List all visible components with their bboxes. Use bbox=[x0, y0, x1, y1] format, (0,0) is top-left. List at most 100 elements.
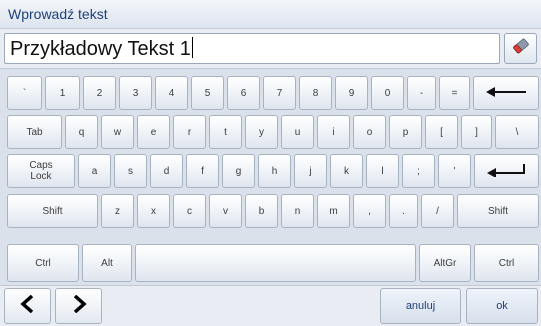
key-p[interactable]: p bbox=[389, 115, 422, 149]
key-label: m bbox=[329, 205, 338, 217]
key-period[interactable]: . bbox=[389, 194, 418, 228]
key-label: 2 bbox=[96, 87, 103, 99]
key-altgr[interactable]: AltGr bbox=[419, 244, 471, 282]
clear-button[interactable] bbox=[504, 33, 537, 64]
key-label: 8 bbox=[312, 87, 319, 99]
key-label: v bbox=[223, 205, 228, 217]
key-label: ' bbox=[453, 165, 456, 177]
ok-button[interactable]: ok bbox=[466, 288, 538, 324]
key-left-bracket[interactable]: [ bbox=[425, 115, 458, 149]
key-e[interactable]: e bbox=[137, 115, 170, 149]
key-3[interactable]: 3 bbox=[119, 76, 152, 110]
key-9[interactable]: 9 bbox=[335, 76, 368, 110]
key-label: Ctrl bbox=[498, 257, 515, 269]
key-g[interactable]: g bbox=[222, 154, 255, 188]
key-x[interactable]: x bbox=[137, 194, 170, 228]
chevron-left-icon bbox=[19, 294, 36, 318]
key-enter[interactable] bbox=[474, 154, 539, 188]
key-minus[interactable]: - bbox=[407, 76, 436, 110]
key-b[interactable]: b bbox=[245, 194, 278, 228]
title-bar: Wprowadź tekst bbox=[0, 0, 541, 29]
key-label: Tab bbox=[26, 126, 43, 138]
key-ctrl-left[interactable]: Ctrl bbox=[7, 244, 79, 282]
key-label: h bbox=[271, 165, 278, 177]
key-alt[interactable]: Alt bbox=[82, 244, 132, 282]
key-slash[interactable]: / bbox=[421, 194, 454, 228]
key-label: ; bbox=[417, 165, 420, 177]
key-y[interactable]: y bbox=[245, 115, 278, 149]
key-label: Caps Lock bbox=[29, 160, 53, 182]
key-5[interactable]: 5 bbox=[191, 76, 224, 110]
key-1[interactable]: 1 bbox=[45, 76, 80, 110]
previous-button[interactable] bbox=[4, 288, 51, 324]
key-0[interactable]: 0 bbox=[371, 76, 404, 110]
key-label: w bbox=[113, 126, 122, 138]
key-equals[interactable]: = bbox=[439, 76, 470, 110]
key-i[interactable]: i bbox=[317, 115, 350, 149]
key-f[interactable]: f bbox=[186, 154, 219, 188]
bottom-bar: anuluj ok bbox=[0, 286, 541, 326]
key-a[interactable]: a bbox=[78, 154, 111, 188]
text-input[interactable]: Przykładowy Tekst 1 bbox=[4, 33, 500, 64]
key-ctrl-right[interactable]: Ctrl bbox=[474, 244, 539, 282]
key-label: 7 bbox=[276, 87, 283, 99]
key-label: j bbox=[309, 165, 312, 177]
key-c[interactable]: c bbox=[173, 194, 206, 228]
key-2[interactable]: 2 bbox=[83, 76, 116, 110]
key-z[interactable]: z bbox=[101, 194, 134, 228]
key-label: y bbox=[259, 126, 264, 138]
key-6[interactable]: 6 bbox=[227, 76, 260, 110]
key-label: 9 bbox=[348, 87, 355, 99]
key-o[interactable]: o bbox=[353, 115, 386, 149]
key-label: 4 bbox=[168, 87, 175, 99]
key-7[interactable]: 7 bbox=[263, 76, 296, 110]
key-comma[interactable]: , bbox=[353, 194, 386, 228]
key-k[interactable]: k bbox=[330, 154, 363, 188]
key-label: p bbox=[402, 126, 409, 138]
key-backspace[interactable] bbox=[473, 76, 539, 110]
key-d[interactable]: d bbox=[150, 154, 183, 188]
key-u[interactable]: u bbox=[281, 115, 314, 149]
key-4[interactable]: 4 bbox=[155, 76, 188, 110]
key-label: AltGr bbox=[433, 257, 457, 269]
on-screen-keyboard: ` 1 2 3 4 5 6 7 8 9 0 - = Tab q w e r t … bbox=[0, 68, 541, 286]
key-backtick[interactable]: ` bbox=[7, 76, 42, 110]
key-r[interactable]: r bbox=[173, 115, 206, 149]
key-right-bracket[interactable]: ] bbox=[461, 115, 492, 149]
key-label: n bbox=[294, 205, 301, 217]
key-8[interactable]: 8 bbox=[299, 76, 332, 110]
key-q[interactable]: q bbox=[65, 115, 98, 149]
key-j[interactable]: j bbox=[294, 154, 327, 188]
key-s[interactable]: s bbox=[114, 154, 147, 188]
key-label: 1 bbox=[59, 87, 66, 99]
key-caps-lock[interactable]: Caps Lock bbox=[7, 154, 75, 188]
key-label: l bbox=[381, 165, 384, 177]
key-t[interactable]: t bbox=[209, 115, 242, 149]
text-caret bbox=[191, 37, 193, 59]
key-backslash[interactable]: \ bbox=[495, 115, 539, 149]
chevron-right-icon bbox=[71, 294, 87, 318]
key-label: - bbox=[419, 87, 424, 99]
key-label: r bbox=[187, 126, 192, 138]
key-v[interactable]: v bbox=[209, 194, 242, 228]
key-space[interactable] bbox=[135, 244, 416, 282]
key-label: Alt bbox=[101, 257, 113, 269]
key-label: = bbox=[451, 87, 458, 99]
key-m[interactable]: m bbox=[317, 194, 350, 228]
key-n[interactable]: n bbox=[281, 194, 314, 228]
key-semicolon[interactable]: ; bbox=[402, 154, 435, 188]
key-tab[interactable]: Tab bbox=[7, 115, 62, 149]
key-label: u bbox=[294, 126, 301, 138]
cancel-button[interactable]: anuluj bbox=[380, 288, 461, 324]
window-title: Wprowadź tekst bbox=[8, 6, 108, 22]
key-h[interactable]: h bbox=[258, 154, 291, 188]
next-button[interactable] bbox=[55, 288, 102, 324]
key-w[interactable]: w bbox=[101, 115, 134, 149]
key-shift-right[interactable]: Shift bbox=[457, 194, 539, 228]
cancel-label: anuluj bbox=[405, 300, 436, 312]
key-apostrophe[interactable]: ' bbox=[438, 154, 471, 188]
key-l[interactable]: l bbox=[366, 154, 399, 188]
key-label: [ bbox=[440, 126, 443, 138]
left-arrow-icon bbox=[486, 86, 526, 100]
key-shift-left[interactable]: Shift bbox=[7, 194, 98, 228]
